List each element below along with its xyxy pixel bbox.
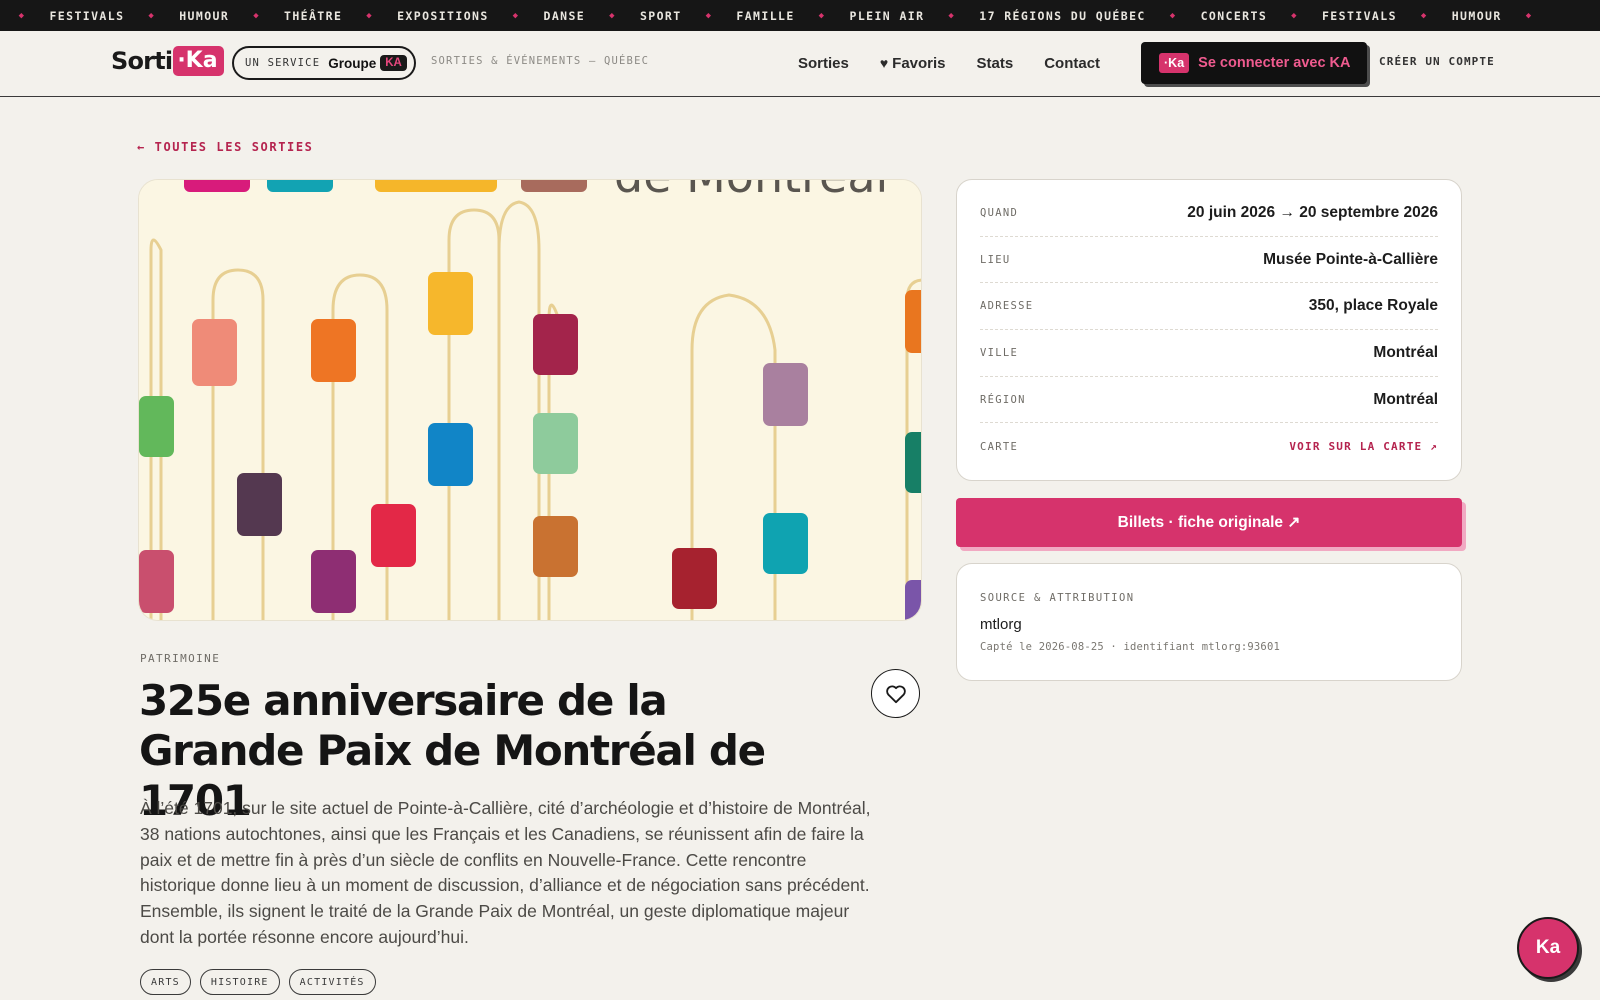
nav-favoris[interactable]: ♥ Favoris [880,55,946,72]
info-label-carte: CARTE [980,440,1019,453]
info-row-quand: QUAND 20 juin 2026 → 20 septembre 2026 [980,190,1438,237]
info-label-quand: QUAND [980,206,1019,219]
tag-arts[interactable]: ARTS [140,969,191,995]
event-hero-image: de Montréal [138,179,922,621]
tag-histoire[interactable]: HISTOIRE [199,969,280,995]
hero-illustration: de Montréal [139,180,921,620]
nav-favoris-label: Favoris [892,54,946,72]
ticker-separator-icon: ◆ [609,10,616,21]
ticker-item-label: THÉÂTRE [284,8,343,23]
source-card: SOURCE & ATTRIBUTION mtlorg Capté le 202… [956,563,1462,681]
ticker-item-label: HUMOUR [1451,8,1502,23]
ticker-item-label: HUMOUR [179,8,230,23]
ticker-item: EXPOSITIONS ◆ [397,9,543,23]
site-logo[interactable]: Sorti ·Ka [111,46,224,76]
ticker-separator-icon: ◆ [818,10,826,21]
nav-contact[interactable]: Contact [1044,55,1100,72]
ticker-separator-icon: ◆ [148,10,156,21]
ticker-item-label: DANSE [543,8,586,23]
ticker-separator-icon: ◆ [705,10,713,21]
info-row-adresse: ADRESSE 350, place Royale [980,283,1438,331]
ticker-item: DANSE ◆ [544,9,640,23]
ticker-item: FESTIVALS ◆ [49,9,179,23]
event-description: À l’été 1701, sur le site actuel de Poin… [140,798,871,947]
ticker-separator-icon: ◆ [366,10,374,21]
event-tags: ARTS HISTOIRE ACTIVITÉS [140,969,385,995]
service-chip: KA [380,55,407,71]
event-category: PATRIMOINE [140,652,221,665]
ticker-separator-icon: ◆ [512,10,520,21]
ticker-separator-icon: ◆ [1420,10,1428,21]
ticker-item-label: 17 RÉGIONS DU QUÉBEC [979,8,1146,23]
heart-icon: ♥ [879,55,889,71]
ticker-item-label: SPORT [639,8,682,23]
ticker-item-label: PLEIN AIR [849,8,925,23]
nav-stats[interactable]: Stats [977,55,1014,72]
nav-sorties[interactable]: Sorties [798,55,849,72]
ticker-track: TS◆FESTIVALS◆HUMOUR◆THÉÂTRE◆EXPOSITIONS◆… [0,0,1557,31]
info-row-ville: VILLE Montréal [980,330,1438,377]
service-group: Groupe [328,55,377,71]
info-row-lieu: LIEU Musée Pointe-à-Callière [980,237,1438,284]
event-info-card: QUAND 20 juin 2026 → 20 septembre 2026 L… [956,179,1462,481]
source-meta: Capté le 2026-08-25 · identifiant mtlorg… [980,641,1280,653]
map-link[interactable]: VOIR SUR LA CARTE ↗ [1289,440,1438,453]
ticker-separator-icon: ◆ [948,10,956,21]
login-ka-chip: ·Ka [1159,53,1190,73]
main-nav: Sorties ♥ Favoris Stats Contact [798,31,1131,95]
ticker-item: HUMOUR ◆ [1452,9,1557,23]
login-button[interactable]: ·Ka Se connecter avec KA [1141,42,1367,84]
tag-activites[interactable]: ACTIVITÉS [288,969,376,995]
logo-accent: ·Ka [173,46,224,76]
ticker-item: HUMOUR ◆ [179,9,284,23]
tickets-button[interactable]: Billets · fiche originale ↗ [956,498,1462,547]
info-label-ville: VILLE [980,346,1019,359]
ticker-item: FAMILLE ◆ [736,9,849,23]
site-header: Sorti ·Ka UN SERVICE Groupe KA SORTIES &… [0,31,1600,97]
back-to-all-link[interactable]: ← TOUTES LES SORTIES [137,140,314,154]
ticker-item: 17 RÉGIONS DU QUÉBEC ◆ [979,9,1200,23]
info-label-adresse: ADRESSE [980,300,1034,313]
ka-assistant-button[interactable]: Ka [1517,917,1579,979]
site-tagline: SORTIES & ÉVÉNEMENTS — QUÉBEC [431,55,650,67]
ticker-item-label: EXPOSITIONS [397,8,489,23]
ticker-separator-icon: ◆ [1169,10,1177,21]
ticker-item: THÉÂTRE ◆ [284,9,397,23]
info-value-region: Montréal [1373,390,1438,408]
ticker-item: TS◆ [0,9,49,23]
ticker-separator-icon: ◆ [1525,10,1533,21]
create-account-link[interactable]: CRÉER UN COMPTE [1379,55,1495,68]
info-value-ville: Montréal [1373,343,1438,361]
info-label-lieu: LIEU [980,253,1011,266]
info-value-adresse: 350, place Royale [1308,297,1438,315]
ticker-item: PLEIN AIR ◆ [850,9,980,23]
ticker-item: SPORT ◆ [640,9,736,23]
info-label-region: RÉGION [980,393,1026,406]
heart-outline-icon [885,685,906,703]
ticker-separator-icon: ◆ [1291,10,1298,21]
info-row-carte: CARTE VOIR SUR LA CARTE ↗ [980,423,1438,470]
ticker-separator-icon: ◆ [18,10,26,21]
favorite-button[interactable] [871,669,920,718]
ticker-item: CONCERTS ◆ [1201,9,1322,23]
ticker-item-label: FESTIVALS [1321,8,1397,23]
info-value-quand: 20 juin 2026 → 20 septembre 2026 [1187,203,1438,221]
login-label: Se connecter avec KA [1198,55,1351,71]
info-value-lieu: Musée Pointe-à-Callière [1263,250,1438,268]
logo-text: Sorti [111,47,173,75]
ticker-item: FESTIVALS ◆ [1322,9,1452,23]
ticker-separator-icon: ◆ [253,10,261,21]
ticker-item-label: CONCERTS [1200,8,1268,23]
hero-partial-text: de Montréal [614,180,888,203]
service-label: UN SERVICE [245,57,321,69]
service-badge[interactable]: UN SERVICE Groupe KA [232,46,416,80]
category-ticker: TS◆FESTIVALS◆HUMOUR◆THÉÂTRE◆EXPOSITIONS◆… [0,0,1600,31]
source-label: SOURCE & ATTRIBUTION [980,592,1135,604]
ticker-item-label: FESTIVALS [49,8,125,23]
source-name: mtlorg [980,616,1022,633]
info-row-region: RÉGION Montréal [980,377,1438,424]
ticker-item-label: FAMILLE [736,8,795,23]
